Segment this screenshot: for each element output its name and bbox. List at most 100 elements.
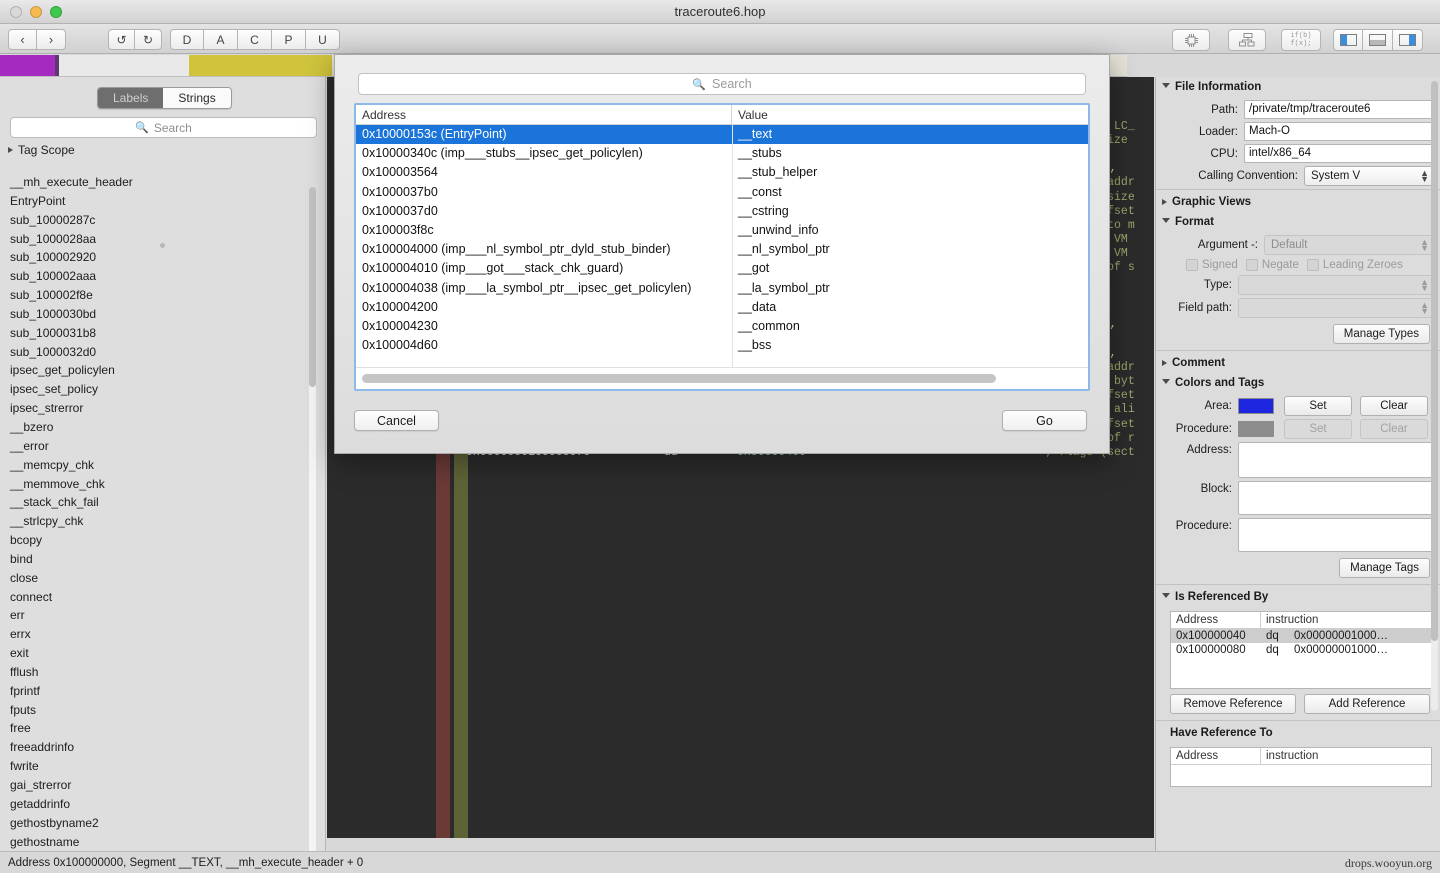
toggle-bottom-panel-button[interactable] <box>1363 29 1393 51</box>
area-clear-button[interactable]: Clear <box>1360 396 1428 416</box>
sidebar-symbol-item[interactable]: errx <box>0 625 326 644</box>
remove-reference-button[interactable]: Remove Reference <box>1170 694 1296 714</box>
sidebar-symbol-item[interactable]: __memcpy_chk <box>0 456 326 475</box>
calling-convention-select[interactable]: System V ▲ ▼ <box>1304 166 1434 186</box>
format-section-header[interactable]: Format <box>1156 212 1440 232</box>
sidebar-symbol-item[interactable]: sub_1000031b8 <box>0 324 326 343</box>
sidebar-symbol-item[interactable]: ipsec_get_policylen <box>0 361 326 380</box>
segment-table-row[interactable]: 0x100003f8c __unwind_info <box>356 221 1088 240</box>
tag-scope-disclosure[interactable]: Tag Scope <box>8 143 75 157</box>
segment-table-row[interactable]: 0x10000153c (EntryPoint) __text <box>356 125 1088 145</box>
graph-view-button[interactable] <box>1228 29 1266 51</box>
sidebar-symbol-item[interactable]: sub_1000030bd <box>0 305 326 324</box>
navigator-segment[interactable] <box>59 55 189 76</box>
area-color-swatch[interactable] <box>1238 398 1274 414</box>
tab-labels[interactable]: Labels <box>98 88 164 108</box>
segment-table-row[interactable]: 0x100003564 __stub_helper <box>356 163 1088 182</box>
segment-table-hscrollbar[interactable] <box>356 367 1088 389</box>
sidebar-symbol-item[interactable]: bcopy <box>0 531 326 550</box>
path-field[interactable]: /private/tmp/traceroute6 <box>1244 100 1434 119</box>
back-button[interactable]: ‹ <box>8 29 37 50</box>
have-reference-to-table[interactable]: Address instruction <box>1170 747 1432 787</box>
sidebar-symbol-item[interactable]: __strlcpy_chk <box>0 512 326 531</box>
data-mode-button[interactable]: D <box>170 29 204 50</box>
sidebar-symbol-item[interactable]: gai_strerror <box>0 776 326 795</box>
toggle-right-panel-button[interactable] <box>1393 29 1423 51</box>
type-select[interactable]: ▲ ▼ <box>1238 275 1434 295</box>
segment-table-row[interactable]: 0x1000037b0 __const <box>356 183 1088 202</box>
manage-tags-button[interactable]: Manage Tags <box>1339 558 1430 578</box>
sidebar-symbol-item[interactable]: sub_10000287c <box>0 211 326 230</box>
toggle-left-panel-button[interactable] <box>1333 29 1363 51</box>
cancel-button[interactable]: Cancel <box>354 410 439 431</box>
sidebar-symbol-item[interactable]: free <box>0 719 326 738</box>
is-referenced-by-section-header[interactable]: Is Referenced By <box>1156 587 1440 607</box>
sidebar-symbol-item[interactable]: freeaddrinfo <box>0 738 326 757</box>
procedure-color-swatch[interactable] <box>1238 421 1274 437</box>
add-reference-button[interactable]: Add Reference <box>1304 694 1430 714</box>
tab-strings[interactable]: Strings <box>163 88 231 108</box>
file-information-section-header[interactable]: File Information <box>1156 77 1440 97</box>
go-button[interactable]: Go <box>1002 410 1087 431</box>
sidebar-symbol-item[interactable]: ipsec_set_policy <box>0 380 326 399</box>
sidebar-symbol-item[interactable]: gethostname <box>0 833 326 851</box>
undefined-mode-button[interactable]: U <box>306 29 340 50</box>
sidebar-symbol-item[interactable]: sub_1000032d0 <box>0 343 326 362</box>
ascii-mode-button[interactable]: A <box>204 29 238 50</box>
sidebar-search-input[interactable]: 🔍 Search <box>10 117 317 138</box>
segment-table-row[interactable]: 0x100004230 __common <box>356 317 1088 336</box>
tag-procedure-field[interactable] <box>1238 518 1434 552</box>
sidebar-symbol-item[interactable]: getaddrinfo <box>0 795 326 814</box>
sidebar-symbol-item[interactable]: fwrite <box>0 757 326 776</box>
segment-table-row[interactable]: 0x100004d60 __bss <box>356 336 1088 355</box>
reference-row[interactable]: 0x100000040 dq 0x00000001000… <box>1171 629 1431 643</box>
have-reference-to-section-header[interactable]: Have Reference To <box>1156 723 1440 743</box>
argument-select[interactable]: Default ▲ ▼ <box>1264 235 1434 255</box>
sidebar-symbol-item[interactable]: fputs <box>0 701 326 720</box>
leading-zeroes-checkbox[interactable]: Leading Zeroes <box>1306 259 1403 271</box>
sidebar-scrollbar[interactable] <box>309 187 316 873</box>
segment-table-row[interactable]: 0x10000340c (imp___stubs__ipsec_get_poli… <box>356 144 1088 163</box>
signed-checkbox[interactable]: Signed <box>1186 259 1238 271</box>
sidebar-symbol-item[interactable]: __stack_chk_fail <box>0 493 326 512</box>
area-set-button[interactable]: Set <box>1284 396 1352 416</box>
procedure-mode-button[interactable]: P <box>272 29 306 50</box>
sidebar-symbol-item[interactable]: fflush <box>0 663 326 682</box>
graphic-views-section-header[interactable]: Graphic Views <box>1156 192 1440 212</box>
sidebar-symbol-item[interactable]: __bzero <box>0 418 326 437</box>
sidebar-symbol-item[interactable]: __mh_execute_header <box>0 173 326 192</box>
sidebar-symbol-item[interactable]: gethostbyname2 <box>0 814 326 833</box>
colors-and-tags-section-header[interactable]: Colors and Tags <box>1156 373 1440 393</box>
segment-table-row[interactable]: 0x100004000 (imp___nl_symbol_ptr_dyld_st… <box>356 240 1088 259</box>
sidebar-symbol-item[interactable]: bind <box>0 550 326 569</box>
undo-icon[interactable]: ↺ <box>108 29 135 50</box>
sidebar-symbol-item[interactable]: EntryPoint <box>0 192 326 211</box>
segment-table-row[interactable]: 0x100004200 __data <box>356 298 1088 317</box>
reference-row[interactable]: 0x100000080 dq 0x00000001000… <box>1171 643 1431 657</box>
negate-checkbox[interactable]: Negate <box>1245 259 1299 271</box>
redo-icon[interactable]: ↻ <box>135 29 162 50</box>
tag-address-field[interactable] <box>1238 442 1434 478</box>
navigator-segment[interactable] <box>189 55 332 76</box>
code-mode-button[interactable]: C <box>238 29 272 50</box>
sidebar-symbol-item[interactable]: err <box>0 606 326 625</box>
is-referenced-by-table[interactable]: Address instruction 0x100000040 dq 0x00000… <box>1170 611 1432 689</box>
segment-table-row[interactable]: 0x1000037d0 __cstring <box>356 202 1088 221</box>
sidebar-symbol-item[interactable]: __error <box>0 437 326 456</box>
field-path-select[interactable]: ▲ ▼ <box>1238 298 1434 318</box>
segment-table-row[interactable]: 0x100004038 (imp___la_symbol_ptr__ipsec_… <box>356 279 1088 298</box>
cpu-field[interactable]: intel/x86_64 <box>1244 144 1434 163</box>
pseudocode-button[interactable]: if(b) f(x); <box>1281 29 1321 51</box>
navigator-segment[interactable] <box>0 55 55 76</box>
inspector-scrollbar[interactable] <box>1431 81 1438 711</box>
symbol-list[interactable]: __mh_execute_header EntryPoint sub_1000028… <box>0 173 326 851</box>
manage-types-button[interactable]: Manage Types <box>1332 324 1430 344</box>
segment-table[interactable]: Address Value 0x10000153c (EntryPoint) __… <box>354 103 1090 391</box>
tag-block-field[interactable] <box>1238 481 1434 515</box>
segment-table-row[interactable]: 0x100004010 (imp___got___stack_chk_guard… <box>356 259 1088 278</box>
sidebar-symbol-item[interactable]: __memmove_chk <box>0 475 326 494</box>
sidebar-symbol-item[interactable]: ipsec_strerror <box>0 399 326 418</box>
sidebar-symbol-item[interactable]: fprintf <box>0 682 326 701</box>
sidebar-symbol-item[interactable]: exit <box>0 644 326 663</box>
sidebar-symbol-item[interactable]: connect <box>0 588 326 607</box>
